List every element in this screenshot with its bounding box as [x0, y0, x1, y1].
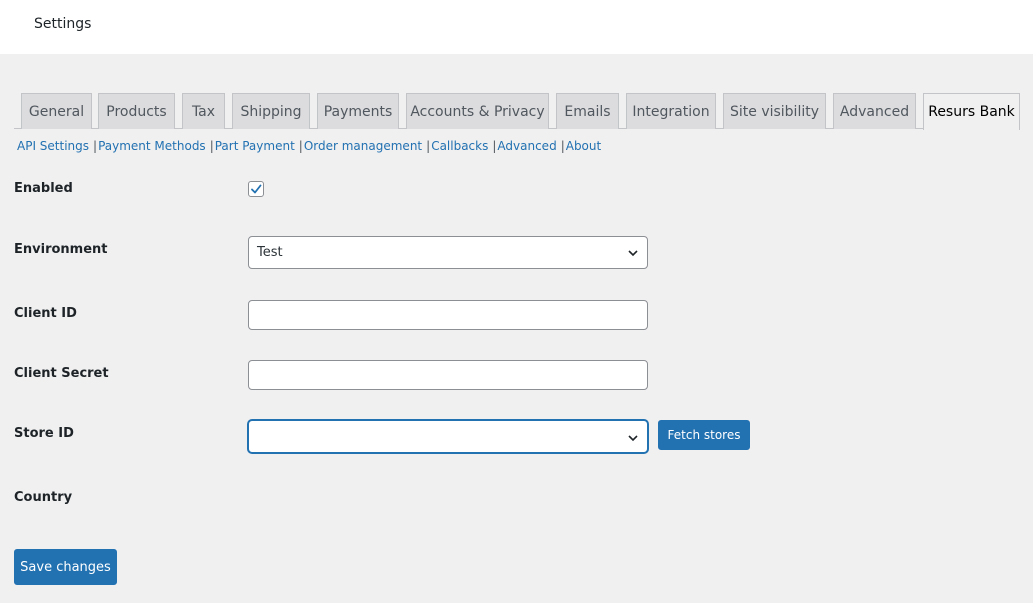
subnav-order-management[interactable]: Order management — [304, 139, 422, 153]
subnav-payment-methods[interactable]: Payment Methods — [98, 139, 206, 153]
page-title: Settings — [34, 16, 92, 32]
fetch-stores-button[interactable]: Fetch stores — [658, 420, 750, 450]
tab-accounts-privacy[interactable]: Accounts & Privacy — [406, 93, 549, 129]
subnav-about[interactable]: About — [566, 139, 601, 153]
environment-value: Test — [257, 245, 283, 260]
store-id-select[interactable] — [248, 420, 648, 453]
environment-select[interactable]: Test — [248, 236, 648, 269]
tab-emails[interactable]: Emails — [556, 93, 619, 129]
enabled-label: Enabled — [14, 181, 73, 196]
tab-integration[interactable]: Integration — [626, 93, 716, 129]
tab-shipping[interactable]: Shipping — [232, 93, 310, 129]
store-id-label: Store ID — [14, 426, 74, 441]
checkmark-icon — [251, 184, 262, 194]
enabled-checkbox[interactable] — [248, 181, 264, 197]
environment-label: Environment — [14, 242, 108, 257]
tab-site-visibility[interactable]: Site visibility — [723, 93, 826, 129]
tab-advanced[interactable]: Advanced — [833, 93, 916, 129]
subnav-api-settings[interactable]: API Settings — [17, 139, 89, 153]
section-subnav: API Settings |Payment Methods |Part Paymen… — [17, 139, 602, 153]
tab-resurs-bank[interactable]: Resurs Bank — [923, 93, 1020, 130]
client-id-label: Client ID — [14, 306, 77, 321]
subnav-callbacks[interactable]: Callbacks — [431, 139, 488, 153]
chevron-down-icon — [628, 250, 638, 257]
tab-general[interactable]: General — [21, 93, 92, 129]
chevron-down-icon — [628, 435, 638, 442]
subnav-advanced[interactable]: Advanced — [497, 139, 556, 153]
country-label: Country — [14, 490, 73, 505]
settings-header: Settings — [0, 0, 1033, 54]
subnav-part-payment[interactable]: Part Payment — [215, 139, 295, 153]
tab-payments[interactable]: Payments — [317, 93, 399, 129]
save-changes-button[interactable]: Save changes — [14, 549, 117, 585]
client-secret-label: Client Secret — [14, 366, 109, 381]
tab-products[interactable]: Products — [98, 93, 175, 129]
client-id-field[interactable] — [248, 300, 648, 330]
client-secret-field[interactable] — [248, 360, 648, 390]
tab-tax[interactable]: Tax — [182, 93, 225, 129]
settings-tabs: General Products Tax Shipping Payments A… — [0, 93, 1033, 130]
